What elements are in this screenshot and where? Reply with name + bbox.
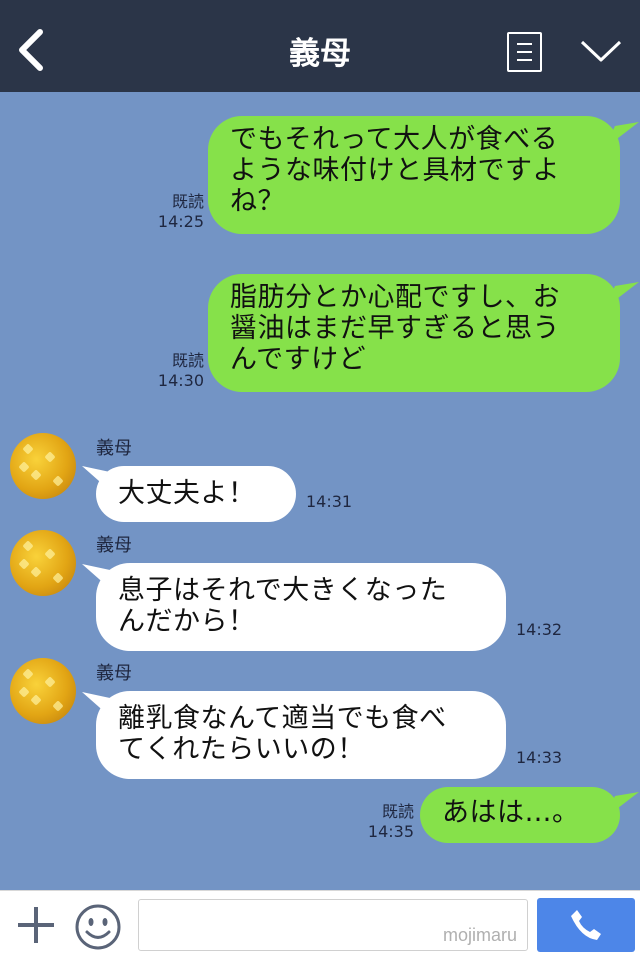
message-bubble-mine[interactable]: あはは…。 <box>420 787 620 843</box>
avatar[interactable] <box>10 433 76 499</box>
read-receipt: 既読 <box>171 351 204 370</box>
plus-icon[interactable] <box>16 905 56 945</box>
message-bubble-theirs[interactable]: 息子はそれで大きくなった んだから！ <box>96 563 506 651</box>
message-bubble-theirs[interactable]: 離乳食なんて適当でも食べ てくれたらいいの！ <box>96 691 506 779</box>
chat-title: 義母 <box>289 36 351 72</box>
message-line: 離乳食なんて適当でも食べ <box>118 703 447 734</box>
chat-area[interactable]: でもそれって大人が食べる ような味付けと具材ですよ ね？ 既読 14:25 脂肪… <box>0 92 640 890</box>
message-input[interactable]: mojimaru <box>138 899 528 951</box>
message-line: 醤油はまだ早すぎると思う <box>230 313 560 344</box>
message-bubble-theirs[interactable]: 大丈夫よ！ <box>96 466 296 522</box>
message-meta: 既読 14:25 <box>148 192 204 232</box>
message-line: でもそれって大人が食べる <box>230 124 559 155</box>
message-time: 14:25 <box>157 212 204 231</box>
call-button[interactable] <box>537 898 635 952</box>
message-meta: 既読 14:35 <box>358 802 414 842</box>
message-line: ような味付けと具材ですよ <box>230 155 560 186</box>
avatar[interactable] <box>10 658 76 724</box>
avatar[interactable] <box>10 530 76 596</box>
phone-icon <box>571 910 601 940</box>
message-time: 14:32 <box>516 620 563 639</box>
message-bubble-mine[interactable]: でもそれって大人が食べる ような味付けと具材ですよ ね？ <box>208 116 620 234</box>
message-line: ね？ <box>230 186 285 217</box>
read-receipt: 既読 <box>171 192 204 211</box>
message-line: 息子はそれで大きくなった <box>118 575 448 606</box>
smiley-icon[interactable] <box>74 903 122 951</box>
message-line: てくれたらいいの！ <box>118 734 365 765</box>
chevron-down-icon[interactable] <box>580 38 622 66</box>
message-meta: 既読 14:30 <box>148 351 204 391</box>
message-time: 14:31 <box>306 492 353 511</box>
message-line: あはは…。 <box>442 797 580 828</box>
message-time: 14:30 <box>157 371 204 390</box>
sender-name: 義母 <box>96 438 132 459</box>
message-line: 脂肪分とか心配ですし、お <box>230 282 560 313</box>
input-bar: mojimaru <box>0 890 640 960</box>
message-bubble-mine[interactable]: 脂肪分とか心配ですし、お 醤油はまだ早すぎると思う んですけど <box>208 274 620 392</box>
sender-name: 義母 <box>96 535 132 556</box>
menu-list-icon[interactable] <box>507 32 542 72</box>
read-receipt: 既読 <box>381 802 414 821</box>
message-line: んですけど <box>230 344 367 375</box>
watermark-text: mojimaru <box>442 925 517 945</box>
message-line: んだから！ <box>118 606 256 637</box>
sender-name: 義母 <box>96 663 132 684</box>
chat-header: 義母 <box>0 0 640 92</box>
message-time: 14:33 <box>516 748 563 767</box>
message-line: 大丈夫よ！ <box>118 478 256 509</box>
message-time: 14:35 <box>367 822 414 841</box>
